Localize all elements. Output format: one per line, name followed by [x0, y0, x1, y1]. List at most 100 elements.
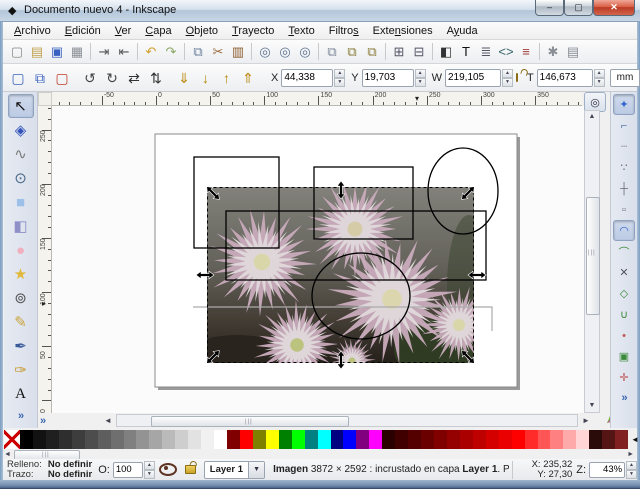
palette-swatch-808080[interactable] — [123, 430, 137, 449]
palette-swatch-6a0000[interactable] — [421, 430, 434, 449]
maximize-button[interactable]: ▢ — [564, 0, 593, 16]
preferences-button[interactable]: ✱ — [543, 42, 563, 62]
layer-lock-icon[interactable] — [184, 465, 196, 474]
menu-item-filtros[interactable]: Filtros — [322, 24, 366, 38]
xml-editor-button[interactable]: <> — [496, 42, 516, 62]
menu-item-capa[interactable]: Capa — [138, 24, 178, 38]
palette-swatch-121212[interactable] — [32, 430, 46, 449]
horizontal-scrollbar[interactable]: ||| — [116, 414, 578, 427]
palette-scroll-left-icon[interactable]: ◄ — [631, 436, 639, 444]
new-document-button[interactable]: ▢ — [7, 42, 27, 62]
enable-snapping[interactable]: ✦ — [613, 94, 635, 115]
zoom-drawing-button[interactable]: ◎ — [275, 42, 295, 62]
palette-swatch-400000[interactable] — [395, 430, 409, 449]
snap-paths[interactable]: ⌒ — [613, 241, 635, 262]
flip-vertical-button[interactable]: ⇅ — [145, 67, 167, 89]
scroll-up-arrow[interactable]: ▲ — [585, 111, 599, 123]
palette-swatch-5e5e5e[interactable] — [97, 430, 111, 449]
palette-swatch-008000[interactable] — [278, 430, 292, 449]
scroll-down-arrow[interactable]: ▼ — [585, 400, 599, 412]
zoom-spinner[interactable]: ▲ ▼ — [626, 460, 637, 479]
palette-swatch-550000[interactable] — [408, 430, 422, 449]
palette-swatch-d40000[interactable] — [485, 430, 499, 449]
snap-bbox-edge-midpoints[interactable]: ┼ — [613, 178, 635, 199]
palette-swatch-ff5555[interactable] — [537, 430, 551, 449]
cut-button[interactable]: ✂ — [208, 42, 228, 62]
palette-swatch-1f1f1f[interactable] — [45, 430, 59, 449]
palette-swatch-00ff00[interactable] — [291, 430, 305, 449]
opacity-input[interactable] — [112, 461, 143, 478]
raise-to-top-button[interactable]: ⇑ — [237, 67, 259, 89]
lower-one-step-button[interactable]: ↓ — [195, 67, 216, 89]
lower-to-bottom-button[interactable]: ⇓ — [173, 67, 195, 89]
raise-one-step-button[interactable]: ↑ — [216, 67, 237, 89]
snap-object-centers[interactable]: ▣ — [613, 346, 635, 367]
snap-smooth-nodes[interactable]: ∪ — [613, 304, 635, 325]
palette-swatch-ffff00[interactable] — [265, 430, 279, 449]
snap-path-intersections[interactable]: ✕ — [613, 262, 635, 283]
zoom-page-button[interactable]: ◎ — [295, 42, 315, 62]
palette-swatch-008080[interactable] — [304, 430, 318, 449]
palette-swatch-ff0000[interactable] — [239, 430, 253, 449]
palette-swatch-ff8080[interactable] — [550, 430, 564, 449]
toolbar-overflow-chevron[interactable]: » — [40, 415, 46, 427]
import-image-button[interactable]: ⇥ — [94, 42, 114, 62]
palette-swatch-ffd5d5[interactable] — [576, 430, 590, 449]
print-document-button[interactable]: ▦ — [67, 42, 87, 62]
open-folder-button[interactable]: ▤ — [27, 42, 47, 62]
palette-swatch-800080[interactable] — [356, 430, 370, 449]
palette-swatch-802020[interactable] — [615, 430, 629, 449]
layer-dropdown-arrow-icon[interactable]: ▼ — [248, 461, 265, 478]
scroll-right-arrow[interactable]: ► — [582, 416, 590, 425]
zoom-tool[interactable]: ⊙ — [8, 166, 34, 190]
palette-swatch-ff00ff[interactable] — [369, 430, 383, 449]
palette-swatch-800000[interactable] — [227, 430, 240, 449]
snap-midpoints[interactable]: • — [613, 325, 635, 346]
scroll-left-arrow[interactable]: ◄ — [104, 416, 112, 425]
title-bar[interactable]: ◆ Documento nuevo 4 - Inkscape – ▢ ✕ — [0, 0, 640, 22]
duplicate-button[interactable]: ⧉ — [322, 42, 342, 62]
select-all-button[interactable]: ▢ — [7, 67, 29, 89]
palette-swatch-bf0000[interactable] — [472, 430, 486, 449]
menu-item-archivo[interactable]: Archivo — [7, 24, 58, 38]
palette-swatch-3d3d3d[interactable] — [71, 430, 85, 449]
palette-swatch-4d4d4d[interactable] — [84, 430, 98, 449]
drawing-canvas[interactable] — [52, 106, 584, 413]
fill-stroke-dialog-button[interactable]: ◧ — [436, 42, 456, 62]
palette-swatch-f1f1f1[interactable] — [201, 430, 215, 449]
palette-swatch-6f6f6f[interactable] — [110, 430, 124, 449]
layers-dialog-button[interactable]: ≣ — [476, 42, 496, 62]
node-tool[interactable]: ◈ — [8, 118, 34, 142]
palette-swatch-cecece[interactable] — [175, 430, 189, 449]
lock-guides-toggle[interactable]: ◎ — [584, 92, 606, 112]
palette-swatch-ffffff[interactable] — [214, 430, 227, 449]
menu-item-objeto[interactable]: Objeto — [179, 24, 225, 38]
w-spinner[interactable]: ▲ ▼ — [501, 68, 513, 87]
horizontal-ruler[interactable]: -50 0 50 100 150 200 250 300 350 ▾ — [52, 92, 582, 106]
menu-item-trayecto[interactable]: Trayecto — [225, 24, 281, 38]
t-field[interactable] — [536, 68, 593, 87]
w-field[interactable] — [444, 68, 501, 87]
zoom-selection-button[interactable]: ◎ — [255, 42, 275, 62]
text-tool[interactable]: A — [8, 382, 34, 406]
rectangle-tool[interactable]: ■ — [8, 190, 34, 214]
close-button[interactable]: ✕ — [593, 0, 635, 16]
snap-bbox-centers[interactable]: ▫ — [613, 199, 635, 220]
snap-nodes[interactable]: ◠ — [613, 220, 635, 241]
calligraphy-tool[interactable]: ✑ — [8, 358, 34, 382]
palette-swatch-ffaaaa[interactable] — [563, 430, 577, 449]
toolbox-overflow[interactable]: » — [18, 410, 24, 422]
spiral-tool[interactable]: ⊚ — [8, 286, 34, 310]
snap-cusp-nodes[interactable]: ◇ — [613, 283, 635, 304]
menu-item-ver[interactable]: Ver — [108, 24, 139, 38]
unlink-clone-button[interactable]: ⧉ — [362, 42, 382, 62]
palette-swatch-e2e2e2[interactable] — [188, 430, 202, 449]
palette-swatch-ea0000[interactable] — [498, 430, 512, 449]
menu-item-ayuda[interactable]: Ayuda — [440, 24, 485, 38]
rotate-cw-button[interactable]: ↻ — [101, 67, 123, 89]
flip-horizontal-button[interactable]: ⇄ — [123, 67, 145, 89]
layer-selector[interactable]: Layer 1 ▼ — [203, 460, 266, 479]
document-properties-button[interactable]: ▤ — [563, 42, 583, 62]
box3d-tool[interactable]: ◧ — [8, 214, 34, 238]
palette-swatch-2b0000[interactable] — [382, 430, 396, 449]
